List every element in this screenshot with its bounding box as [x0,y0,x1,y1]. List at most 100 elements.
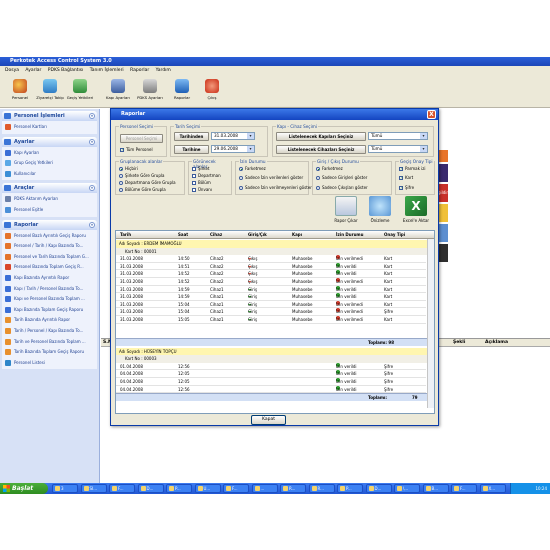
col-saat[interactable]: Saat [178,231,188,239]
sidebar-item-kapi-ayarlari[interactable]: Kapı Ayarları [2,148,97,159]
close-icon[interactable]: X [427,110,436,119]
sidebar-item-report[interactable]: Tarih ve Personel Bazında Toplam ... [2,337,97,348]
table-row[interactable]: 31.03.2008 14:59 Cihaz1 ➡ Giriş Muhasebe İzin … [116,293,426,301]
taskbar-window-button[interactable]: P... [166,484,192,493]
col-izin-durumu[interactable]: İzin Durumu [336,231,363,239]
radio-departman[interactable]: Departmana Göre Grupla [119,180,176,185]
taskbar-window-button[interactable]: P... [337,484,363,493]
toolbar-ziyaretci-button[interactable]: Ziyaretçi Takip [36,77,64,100]
sidebar-item-report[interactable]: Personel Listesi [2,358,97,369]
checkbox-bolum[interactable]: Bölüm [192,180,211,185]
table-row[interactable]: 31.03.2008 15:05 Cihaz1 ➡ Giriş Muhasebe İzin … [116,316,426,324]
dropdown-arrow-icon[interactable]: ▾ [247,146,254,152]
table-row[interactable]: 04.04.2008 12:05 İzin verildi Şifre [116,370,426,378]
toolbar-pdks-button[interactable]: PDKS Ayarları [136,77,164,100]
radio-gc-giris[interactable]: Sadece Girişleri göster [316,175,367,180]
taskbar-window-button[interactable]: F... [223,484,249,493]
kapi-select[interactable]: Tümü ▾ [368,132,428,140]
tum-personel-checkbox[interactable]: Tüm Personel [120,147,153,152]
collapse-icon[interactable]: « [89,138,95,145]
taskbar-window-button[interactable]: U... [194,484,221,493]
radio-izin-farketmez[interactable]: Farketmez [239,166,266,171]
sidebar-section-ayarlar[interactable]: Ayarlar « [2,136,97,147]
radio-bolum[interactable]: Bölüme Göre Grupla [119,187,166,192]
sidebar-section-araclar[interactable]: Araçlar « [2,183,97,194]
checkbox-unvani[interactable]: Ünvanı [192,187,212,192]
toolbar-cikis-button[interactable]: Çıkış [198,77,226,100]
menu-tanim[interactable]: Tanım İşlemleri [90,68,124,73]
onizleme-button[interactable]: Önizleme [365,194,395,229]
checkbox-departman[interactable]: Departman [192,173,221,178]
table-row[interactable]: 01.04.2008 12:56 İzin verildi Şifre [116,362,426,371]
menu-pdks[interactable]: PDKS Bağlantısı [48,68,84,73]
sidebar-item-report[interactable]: Kapı Bazında Toplam Geçiş Raporu [2,305,97,316]
dropdown-arrow-icon[interactable]: ▾ [247,133,254,139]
taskbar-window-button[interactable]: ... [251,484,278,493]
table-row[interactable]: 31.03.2008 15:04 Cihaz1 ➡ Giriş Muhasebe İzin … [116,308,426,316]
grid-scrollbar[interactable] [427,239,434,408]
toolbar-kapi-button[interactable]: Kapı Ayarları [104,77,132,100]
menu-dosya[interactable]: Dosya [5,68,19,73]
sidebar-item-report[interactable]: Personel Bazında Toplam Geçiş R... [2,262,97,273]
checkbox-sirket[interactable]: Şirket [192,166,210,171]
radio-gc-cikis[interactable]: Sadece Çıkışları göster [316,185,368,190]
col-tarih[interactable]: Tarih [120,231,131,239]
checkbox-sifre[interactable]: Şifre [399,185,414,190]
sidebar-item-report[interactable]: Personel ve Tarih Bazında Toplam G... [2,252,97,263]
table-row[interactable]: 31.03.2008 14:51 Cihaz2 ⬅ Çıkış Muhasebe İzin … [116,262,426,271]
radio-izin-verilmeyen[interactable]: Sadece İzin verilmeyenleri göster [239,185,312,190]
col-giris-cikis[interactable]: Giriş/Çık [248,231,267,239]
table-row[interactable]: 31.03.2008 14:59 Cihaz1 ➡ Giriş Muhasebe İzin … [116,285,426,294]
sidebar-item-report[interactable]: Personel Bazlı Ayrıntılı Geçiş Raporu [2,231,97,242]
taskbar-window-button[interactable]: B... [422,484,449,493]
checkbox-parmak-izi[interactable]: Parmak izi [399,166,426,171]
sidebar-item-report[interactable]: Kapı ve Personel Bazında Toplam ... [2,294,97,305]
collapse-icon[interactable]: « [89,185,95,192]
start-button[interactable]: Başlat [0,483,48,494]
table-row[interactable]: 31.03.2008 14:50 Cihaz2 ⬅ Çıkış Muhasebe İzin … [116,255,426,263]
table-row[interactable]: 04.04.2008 12:56 İzin verildi Şifre [116,385,426,394]
table-row[interactable]: 31.03.2008 14:52 Cihaz2 ⬅ Çıkış Muhasebe İzin … [116,278,426,286]
taskbar-window-button[interactable]: D... [365,484,392,493]
radio-gc-farketmez[interactable]: Farketmez [316,166,343,171]
taskbar-window-button[interactable]: \... [394,484,420,493]
checkbox-kart[interactable]: Kart [399,175,413,180]
menu-raporlar[interactable]: Raporlar [130,68,149,73]
taskbar-window-button[interactable]: R... [308,484,335,493]
taskbar-window-button[interactable]: 3 [52,484,78,493]
radio-hicbiri[interactable]: Hiçbiri [119,166,138,171]
kapat-button[interactable]: Kapat [251,415,286,425]
menu-yardim[interactable]: Yardım [156,68,171,73]
sidebar-item-personel-kartlari[interactable]: Personel Kartları [2,122,97,133]
col-onay-tipi[interactable]: Onay Tipi [384,231,405,239]
sidebar-item-report[interactable]: Tarih Bazında Ayrıntılı Rapor [2,315,97,326]
col-kapi[interactable]: Kapı [292,231,302,239]
personel-secimi-button[interactable]: Personel Seçimi [120,134,163,143]
sidebar-item-pdks-aktarim[interactable]: PDKS Aktarım Ayarları [2,194,97,205]
taskbar-window-button[interactable]: F... [451,484,477,493]
taskbar-window-button[interactable]: D... [137,484,164,493]
toolbar-personel-button[interactable]: Personel [6,77,34,100]
sidebar-section-raporlar[interactable]: Raporlar « [2,219,97,230]
toolbar-gecis-button[interactable]: Geçiş Yetkileri [66,77,94,100]
excel-aktar-button[interactable]: X Excel'e Aktar [401,194,431,229]
taskbar-window-button[interactable]: F... [109,484,135,493]
sidebar-item-report[interactable]: Tarih Bazında Toplam Geçiş Raporu [2,347,97,358]
taskbar-window-button[interactable]: R... [280,484,306,493]
sidebar-item-report[interactable]: Personel / Tarih / Kapı Bazında To... [2,241,97,252]
group-name-row[interactable]: Adı Soyadı : ERDEM İMAMOĞLU [116,240,434,248]
cihaz-select[interactable]: Tümü ▾ [368,145,428,153]
taskbar-window-button[interactable]: X... [479,484,506,493]
date-to-input[interactable]: 29.06.2008 ▾ [211,145,255,153]
group-card-row[interactable]: Kart No : 00001 [116,247,434,256]
sidebar-item-report[interactable]: Tarih / Personel / Kapı Bazında To... [2,326,97,337]
date-from-input[interactable]: 31.03.2008 ▾ [211,132,255,140]
dropdown-arrow-icon[interactable]: ▾ [420,133,427,139]
toolbar-raporlar-button[interactable]: Raporlar [168,77,196,100]
menu-ayarlar[interactable]: Ayarlar [25,68,41,73]
rapor-cikar-button[interactable]: Rapor Çıkar [331,194,361,229]
col-cihaz[interactable]: Cihaz [210,231,222,239]
sidebar-section-personel[interactable]: Personel İşlemleri « [2,111,97,121]
sidebar-item-report[interactable]: Kapı / Tarih / Personel Bazında To... [2,284,97,295]
sidebar-item-kullanicilar[interactable]: Kullanıcılar [2,169,97,180]
